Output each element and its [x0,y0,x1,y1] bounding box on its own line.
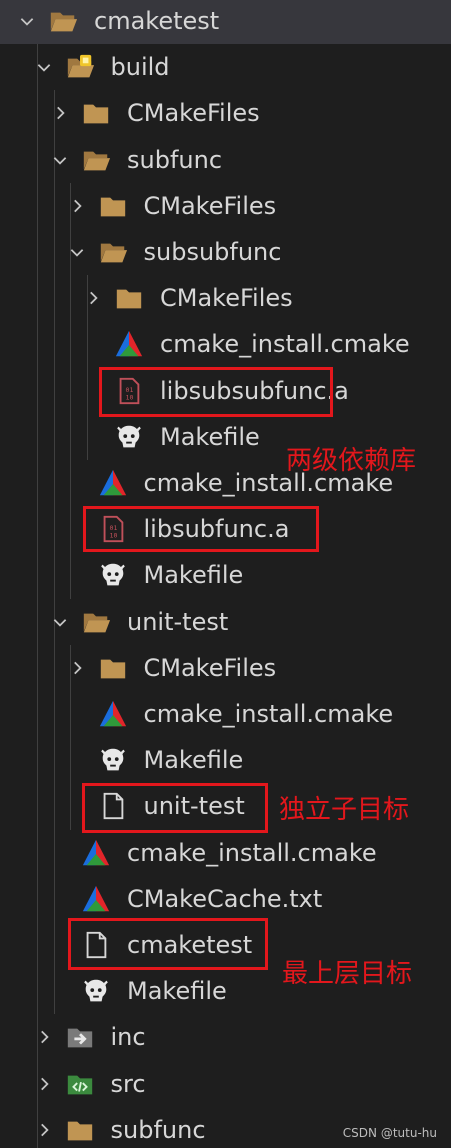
source-folder-icon [65,1069,95,1099]
watermark: CSDN @tutu-hu [342,1126,437,1140]
chevron-right-icon[interactable] [84,289,102,307]
tree-item-cmake-install-cmake[interactable]: cmake_install.cmake [0,691,451,737]
tree-item-cmakefiles[interactable]: CMakeFiles [0,275,451,321]
build-folder-icon [65,52,95,82]
tree-item-build[interactable]: build [0,44,451,90]
chevron-right-icon[interactable] [35,1121,53,1139]
tree-item-label: subfunc [127,145,223,174]
folder-open-icon [81,145,111,175]
annotation-two-level-libs: 两级依赖库 [286,446,417,476]
makefile-icon [114,422,144,452]
chevron-down-icon[interactable] [51,613,69,631]
tree-item-cmakefiles[interactable]: CMakeFiles [0,183,451,229]
chevron-down-icon[interactable] [35,58,53,76]
chevron-down-icon[interactable] [18,12,36,30]
tree-item-label: Makefile [160,422,260,451]
tree-item-label: subsubfunc [143,238,282,266]
folder-icon [114,283,144,313]
folder-open-icon [98,237,128,267]
tree-item-cmakefiles[interactable]: CMakeFiles [0,645,451,691]
tree-item-label: cmake_install.cmake [127,838,377,867]
tree-item-label: CMakeFiles [127,99,260,128]
folder-icon [81,98,111,128]
tree-item-makefile[interactable]: Makefile [0,552,451,598]
tree-item-label: CMakeFiles [143,191,277,220]
chevron-down-icon[interactable] [68,243,86,261]
file-explorer: cmaketest build CMakeFiles subfunc CMakeFile… [0,0,451,1148]
makefile-icon [98,560,128,590]
tree-item-label: CMakeFiles [143,653,277,682]
tree-item-label: CMakeCache.txt [127,884,323,913]
cmake-icon [98,468,128,498]
folder-icon [65,1115,95,1145]
tree-item-label: cmaketest [94,7,220,35]
tree-item-label: inc [110,1023,146,1052]
cmake-icon [81,838,111,868]
tree-item-cmakecache-txt[interactable]: CMakeCache.txt [0,876,451,922]
makefile-icon [98,745,128,775]
chevron-right-icon[interactable] [35,1028,53,1046]
folder-icon [98,191,128,221]
chevron-right-icon[interactable] [68,197,86,215]
tree-item-src[interactable]: src [0,1061,451,1107]
folder-open-icon [48,6,78,36]
chevron-down-icon[interactable] [51,151,69,169]
highlight-unit-test [82,783,268,833]
folder-icon [98,653,128,683]
tree-item-cmake-install-cmake[interactable]: cmake_install.cmake [0,321,451,367]
tree-item-cmake-install-cmake[interactable]: cmake_install.cmake [0,830,451,876]
cmake-icon [81,884,111,914]
chevron-right-icon[interactable] [68,659,86,677]
highlight-libsubsubfunc [99,367,333,417]
tree-item-label: cmake_install.cmake [160,330,410,359]
highlight-libsubfunc [83,506,319,552]
tree-item-label: src [110,1069,146,1098]
tree-item-unit-test[interactable]: unit-test [0,599,451,645]
cmake-icon [114,329,144,359]
tree-item-label: unit-test [127,607,229,636]
tree-item-label: cmake_install.cmake [143,700,394,728]
tree-item-makefile[interactable]: Makefile [0,737,451,783]
tree-item-subfunc[interactable]: subfunc [0,137,451,183]
tree-item-subsubfunc[interactable]: subsubfunc [0,229,451,275]
tree-item-label: Makefile [143,561,244,590]
makefile-icon [81,976,111,1006]
tree-item-label: Makefile [127,977,227,1006]
chevron-right-icon[interactable] [51,104,69,122]
folder-open-icon [81,607,111,637]
tree-item-label: Makefile [143,746,244,775]
tree-item-label: subfunc [110,1115,206,1144]
highlight-cmaketest [68,918,268,970]
tree-item-cmakefiles[interactable]: CMakeFiles [0,90,451,136]
include-folder-icon [65,1022,95,1052]
tree-item-cmaketest[interactable]: cmaketest [0,0,451,44]
chevron-right-icon[interactable] [35,1075,53,1093]
annotation-standalone-target: 独立子目标 [279,795,410,825]
tree-item-inc[interactable]: inc [0,1014,451,1060]
cmake-icon [98,699,128,729]
tree-item-label: build [110,53,170,82]
annotation-top-target: 最上层目标 [282,959,413,989]
tree-item-label: CMakeFiles [160,284,293,313]
